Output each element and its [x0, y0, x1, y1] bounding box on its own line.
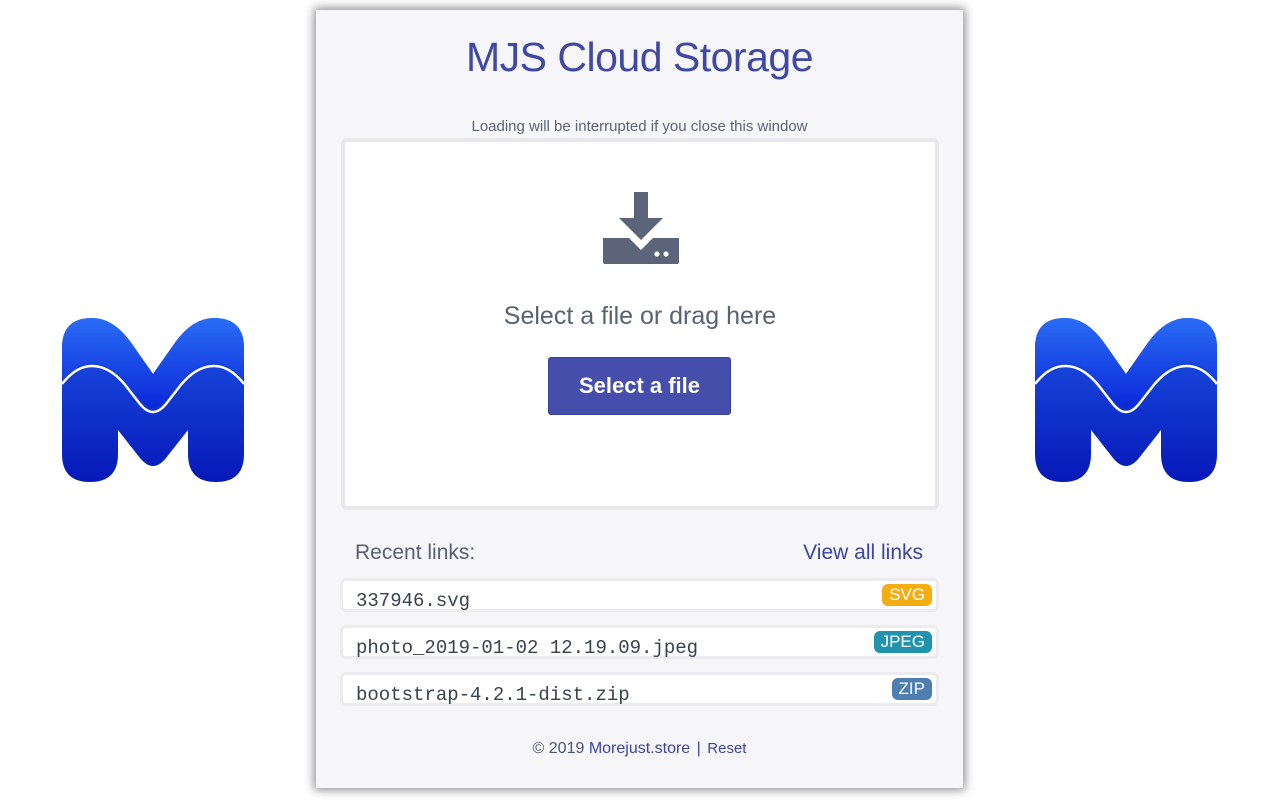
- recent-link-item[interactable]: 337946.svg SVG: [340, 578, 939, 612]
- close-window-notice: Loading will be interrupted if you close…: [471, 118, 808, 135]
- footer: © 2019 Morejust.store | Reset: [316, 740, 963, 758]
- link-filename: bootstrap-4.2.1-dist.zip: [356, 684, 630, 706]
- recent-links-label: Recent links:: [355, 541, 476, 564]
- recent-links-list: 337946.svg SVG photo_2019-01-02 12.19.09…: [340, 578, 939, 719]
- link-filename: photo_2019-01-02 12.19.09.jpeg: [356, 637, 699, 659]
- file-dropzone[interactable]: Select a file or drag here Select a file: [341, 138, 939, 510]
- recent-link-item[interactable]: photo_2019-01-02 12.19.09.jpeg JPEG: [340, 625, 939, 659]
- download-tray-icon: [601, 192, 681, 268]
- select-file-button[interactable]: Select a file: [548, 357, 731, 415]
- link-filename: 337946.svg: [356, 590, 471, 612]
- file-type-badge: ZIP: [891, 678, 932, 700]
- recent-link-item[interactable]: bootstrap-4.2.1-dist.zip ZIP: [340, 672, 939, 706]
- view-all-links-link[interactable]: View all links: [803, 541, 923, 565]
- footer-separator: |: [696, 740, 701, 757]
- storage-panel: MJS Cloud Storage Loading will be interr…: [316, 10, 963, 788]
- file-type-badge: SVG: [882, 584, 932, 606]
- page-title: MJS Cloud Storage: [465, 34, 814, 80]
- reset-link[interactable]: Reset: [707, 740, 746, 757]
- brand-logo-left-icon: [62, 318, 244, 482]
- copyright-text: © 2019: [532, 740, 585, 757]
- dropzone-instruction: Select a file or drag here: [503, 302, 777, 330]
- morejust-store-link[interactable]: Morejust.store: [589, 740, 690, 757]
- brand-logo-right-icon: [1035, 318, 1217, 482]
- file-type-badge: JPEG: [873, 631, 932, 653]
- stage: MJS Cloud Storage Loading will be interr…: [0, 0, 1280, 800]
